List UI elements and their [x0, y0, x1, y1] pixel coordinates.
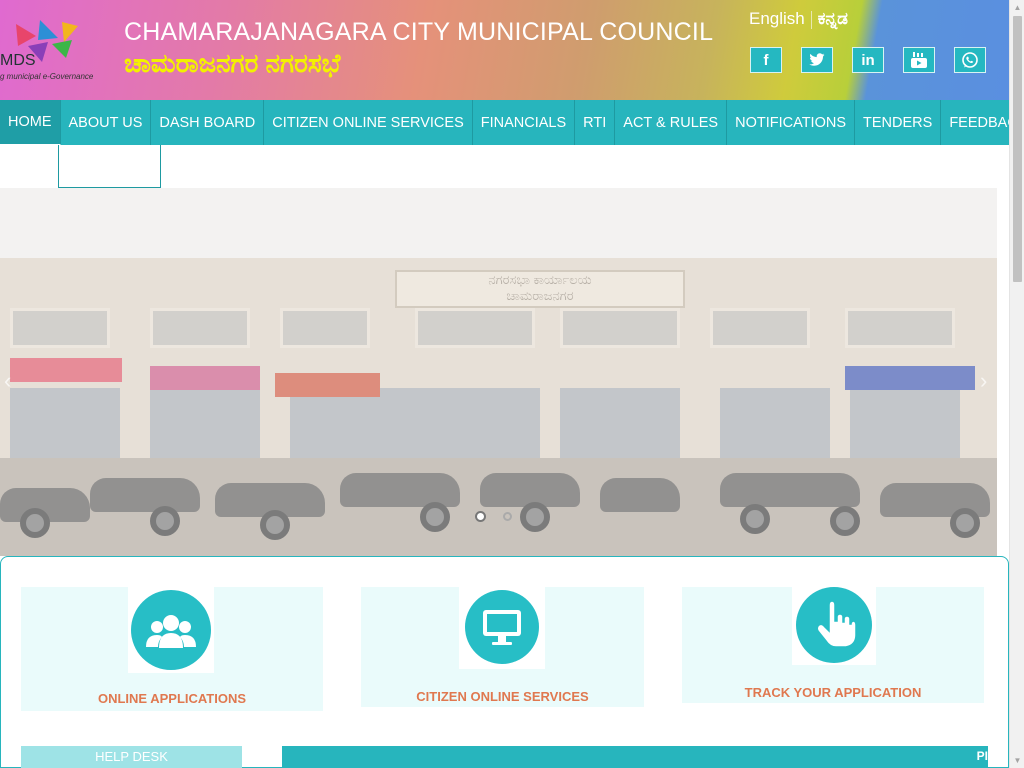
services-panel: ONLINE APPLICATIONS CITIZEN ONLINE SERVI… [0, 556, 1009, 768]
logo-text: MDS [0, 52, 36, 69]
language-english-link[interactable]: English [749, 9, 805, 28]
help-desk-header[interactable]: HELP DESK [21, 746, 242, 768]
nav-overflow-item[interactable] [58, 145, 161, 188]
scroll-thumb[interactable] [1013, 16, 1022, 282]
page-title-kannada: ಚಾಮರಾಜನಗರ ನಗರಸಭೆ [124, 48, 341, 78]
nav-rti[interactable]: RTI [575, 100, 616, 145]
carousel-dot-2[interactable] [503, 512, 512, 521]
site-header: MDS g municipal e-Governance CHAMARAJANA… [0, 0, 1009, 100]
social-links: f in [750, 47, 986, 73]
youtube-icon[interactable] [903, 47, 935, 73]
facebook-icon[interactable]: f [750, 47, 782, 73]
carousel-next-icon[interactable]: › [980, 368, 987, 394]
nav-tenders[interactable]: TENDERS [855, 100, 942, 145]
linkedin-icon[interactable]: in [852, 47, 884, 73]
monitor-icon [465, 590, 539, 664]
online-applications-card[interactable]: ONLINE APPLICATIONS [21, 587, 323, 711]
language-switcher: English ಕನ್ನಡ [749, 9, 848, 29]
carousel-dot-1[interactable] [475, 511, 486, 522]
hero-carousel[interactable]: ನಗರಸಭಾ ಕಾರ್ಯಾಲಯ ಚಾಮರಾಜನಗರ ‹ › [0, 188, 997, 556]
page-title-english: CHAMARAJANAGARA CITY MUNICIPAL COUNCIL [124, 18, 714, 46]
nav-dashboard[interactable]: DASH BOARD [151, 100, 265, 145]
users-group-icon [131, 590, 211, 670]
ticker-text: PI [976, 749, 988, 763]
nav-financials[interactable]: FINANCIALS [473, 100, 576, 145]
carousel-prev-icon[interactable]: ‹ [4, 368, 11, 394]
nav-citizen-online-services[interactable]: CITIZEN ONLINE SERVICES [264, 100, 473, 145]
track-application-label: TRACK YOUR APPLICATION [744, 685, 922, 700]
twitter-icon[interactable] [801, 47, 833, 73]
news-ticker: PI [282, 746, 988, 768]
language-divider [810, 10, 812, 29]
main-nav: HOME ABOUT US DASH BOARD CITIZEN ONLINE … [0, 100, 1024, 145]
online-applications-label: ONLINE APPLICATIONS [97, 691, 247, 706]
scroll-down-icon[interactable]: ▼ [1010, 753, 1024, 768]
nav-notifications[interactable]: NOTIFICATIONS [727, 100, 856, 145]
scroll-up-icon[interactable]: ▲ [1010, 0, 1024, 15]
site-logo[interactable]: MDS g municipal e-Governance [0, 14, 120, 84]
nav-about-us[interactable]: ABOUT US [61, 100, 152, 145]
citizen-online-services-label: CITIZEN ONLINE SERVICES [416, 689, 589, 704]
language-kannada-link[interactable]: ಕನ್ನಡ [818, 9, 848, 28]
nav-act-rules[interactable]: ACT & RULES [615, 100, 728, 145]
page-scrollbar[interactable]: ▲ ▼ [1009, 0, 1024, 768]
whatsapp-icon[interactable] [954, 47, 986, 73]
logo-tagline: g municipal e-Governance [0, 72, 94, 81]
track-application-card[interactable]: TRACK YOUR APPLICATION [682, 587, 984, 703]
nav-home[interactable]: HOME [0, 100, 61, 145]
citizen-online-services-card[interactable]: CITIZEN ONLINE SERVICES [361, 587, 644, 707]
pointer-hand-icon [796, 587, 872, 663]
